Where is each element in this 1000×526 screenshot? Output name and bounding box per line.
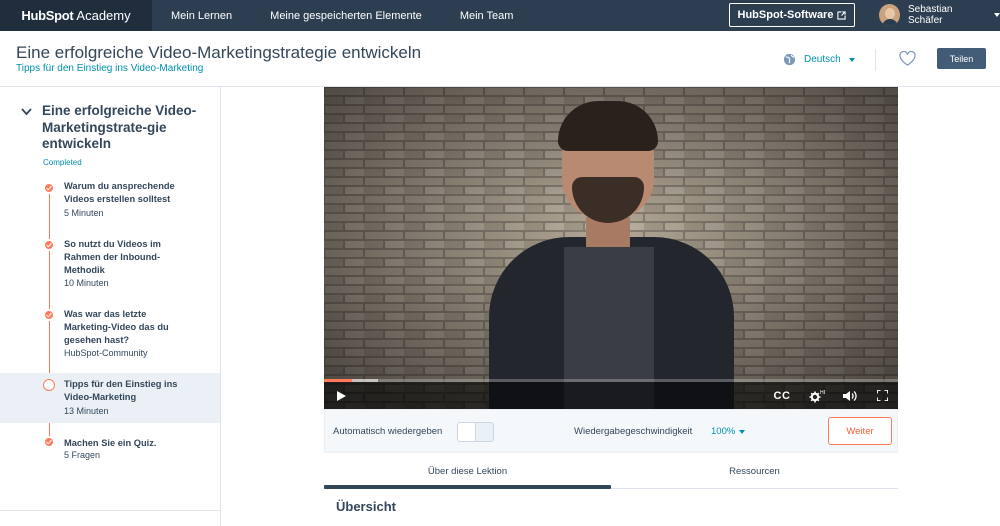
section-title: Übersicht [336, 499, 396, 514]
lesson-meta: 5 Minuten [64, 208, 104, 218]
playback-speed-value: 100% [711, 426, 736, 437]
avatar [879, 4, 900, 26]
check-icon [43, 239, 55, 251]
svg-text:HD: HD [820, 390, 825, 396]
volume-icon [842, 390, 857, 401]
lesson-header: Eine erfolgreiche Video-Marketingstrateg… [0, 31, 1000, 87]
lesson-title: Warum du ansprechende Videos erstellen s… [64, 181, 175, 204]
autoplay-toggle[interactable] [457, 422, 494, 442]
check-icon [43, 436, 55, 448]
lesson-item[interactable]: Warum du ansprechende Videos erstellen s… [0, 180, 220, 226]
lesson-title: So nutzt du Videos im Rahmen der Inbound… [64, 239, 161, 275]
volume-button[interactable] [840, 382, 860, 409]
course-sidebar: Eine erfolgreiche Video-Marketingstrate-… [0, 87, 221, 526]
top-nav: HubSpot Academy Mein Lernen Meine gespei… [0, 0, 1000, 31]
nav-link-saved-items[interactable]: Meine gespeicherten Elemente [270, 10, 422, 22]
user-name: Sebastian Schäfer [908, 4, 953, 26]
settings-button[interactable]: HD [806, 382, 828, 409]
brand-bold: HubSpot [21, 8, 74, 23]
play-button[interactable] [332, 382, 350, 409]
nav-link-my-learning[interactable]: Mein Lernen [171, 10, 232, 22]
toggle-knob [458, 423, 476, 441]
chevron-down-icon [739, 429, 746, 434]
course-title[interactable]: Eine erfolgreiche Video-Marketingstrate-… [42, 103, 207, 153]
tab-about-lesson[interactable]: Über diese Lektion [324, 453, 611, 489]
nav-link-my-team[interactable]: Mein Team [460, 10, 514, 22]
active-tab-indicator [324, 485, 611, 489]
hubspot-software-button[interactable]: HubSpot-Software [729, 3, 855, 27]
circle-icon [43, 379, 55, 391]
chevron-down-icon [848, 57, 855, 62]
external-link-icon [837, 10, 847, 20]
page-title: Eine erfolgreiche Video-Marketingstrateg… [16, 43, 422, 62]
heart-icon[interactable] [899, 51, 916, 66]
gear-icon: HD [809, 390, 825, 402]
lesson-item[interactable]: Was war das letzte Marketing-Video das d… [0, 308, 220, 366]
playback-options-bar: Automatisch wiedergeben Wiedergabegeschw… [324, 409, 898, 453]
check-icon [43, 182, 55, 194]
autoplay-label: Automatisch wiedergeben [333, 426, 443, 437]
lesson-item[interactable]: Machen Sie ein Quiz. 5 Fragen [0, 435, 220, 471]
lesson-meta: 13 Minuten [64, 406, 109, 416]
video-player[interactable]: CC HD [324, 87, 898, 409]
brand-rest: Academy [76, 8, 131, 23]
fullscreen-button[interactable] [873, 382, 891, 409]
playback-speed-label: Wiedergabegeschwindigkeit [574, 426, 693, 437]
fullscreen-icon [876, 390, 888, 401]
check-icon [43, 309, 55, 321]
language-label: Deutsch [804, 54, 841, 65]
course-status: Completed [43, 158, 82, 167]
playback-speed-select[interactable]: 100% [711, 426, 746, 437]
globe-icon [783, 53, 796, 66]
next-button[interactable]: Weiter [828, 417, 892, 445]
closed-captions-button[interactable]: CC [770, 382, 794, 409]
lesson-title: Was war das letzte Marketing-Video das d… [64, 309, 169, 345]
video-controls: CC HD [324, 382, 898, 409]
lesson-title: Tipps für den Einstieg ins Video-Marketi… [64, 379, 178, 402]
hubspot-academy-logo[interactable]: HubSpot Academy [0, 0, 152, 31]
lesson-item-active[interactable]: Tipps für den Einstieg ins Video-Marketi… [0, 373, 220, 423]
page-subtitle[interactable]: Tipps für den Einstieg ins Video-Marketi… [16, 63, 203, 74]
lesson-meta: 10 Minuten [64, 278, 109, 288]
share-button[interactable]: Teilen [937, 48, 986, 69]
user-menu[interactable]: Sebastian Schäfer [879, 4, 1000, 26]
lesson-meta: 5 Fragen [64, 450, 101, 460]
header-divider [875, 49, 876, 71]
lesson-item[interactable]: So nutzt du Videos im Rahmen der Inbound… [0, 238, 220, 296]
sidebar-divider [0, 510, 220, 511]
tab-resources[interactable]: Ressourcen [611, 453, 898, 489]
chevron-down-icon [994, 13, 1000, 17]
language-selector[interactable]: Deutsch [783, 53, 855, 66]
lesson-tabs: Über diese Lektion Ressourcen [324, 453, 898, 489]
hubspot-software-label: HubSpot-Software [737, 9, 834, 21]
lesson-meta: HubSpot-Community [64, 348, 148, 358]
chevron-down-icon[interactable] [21, 108, 32, 116]
cc-label: CC [773, 389, 791, 402]
play-icon [336, 390, 346, 401]
lesson-title: Machen Sie ein Quiz. [64, 438, 157, 448]
